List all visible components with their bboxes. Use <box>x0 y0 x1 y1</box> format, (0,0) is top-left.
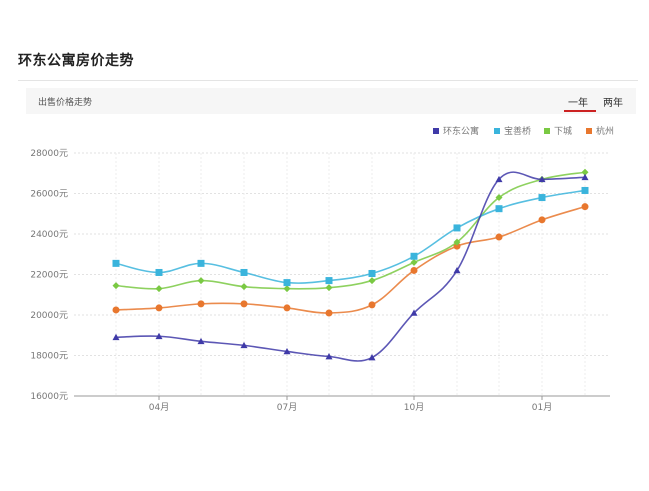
legend-swatch <box>494 128 500 134</box>
data-point-marker <box>410 252 418 260</box>
x-tick-label: 07月 <box>277 402 297 413</box>
data-point-marker <box>581 186 589 194</box>
legend-swatch <box>544 128 550 134</box>
y-tick-label: 24000元 <box>30 230 68 240</box>
series-group <box>112 186 589 287</box>
data-point-marker <box>368 301 376 309</box>
price-trend-chart-svg: 16000元 18000元 20000元 22000元 24000元 26000元 2800… <box>30 125 614 413</box>
data-point-marker <box>240 300 248 308</box>
data-point-marker <box>368 269 376 277</box>
data-point-marker <box>112 282 120 290</box>
y-tick-label: 18000元 <box>30 352 68 362</box>
series-line <box>115 205 586 314</box>
data-point-marker <box>155 268 163 276</box>
data-point-marker <box>368 277 376 285</box>
price-trend-chart: 16000元 18000元 20000元 22000元 24000元 26000元 2800… <box>0 0 649 487</box>
data-point-marker <box>283 285 291 293</box>
data-point-marker <box>325 277 333 285</box>
legend-swatch <box>433 128 439 134</box>
y-tick-label: 22000元 <box>30 271 68 281</box>
data-point-marker <box>325 309 333 317</box>
data-point-marker <box>197 300 205 308</box>
data-point-marker <box>581 203 589 211</box>
legend-label: 下城 <box>554 126 572 137</box>
data-point-marker <box>155 304 163 312</box>
x-tick-label: 01月 <box>532 402 552 413</box>
data-point-marker <box>325 284 333 292</box>
series-layer <box>112 168 589 362</box>
y-tick-label: 26000元 <box>30 190 68 200</box>
data-point-marker <box>495 233 503 241</box>
data-point-marker <box>197 277 205 285</box>
data-point-marker <box>155 285 163 293</box>
data-point-marker <box>453 266 461 274</box>
data-point-marker <box>112 259 120 267</box>
data-point-marker <box>495 205 503 213</box>
grid-lines <box>74 152 610 396</box>
legend: 环东公寓 宝善桥 下城 杭州 <box>433 125 614 137</box>
x-tick-label: 10月 <box>404 402 424 413</box>
series-group <box>112 203 589 317</box>
legend-swatch <box>586 128 592 134</box>
data-point-marker <box>410 258 418 266</box>
data-point-marker <box>368 354 376 361</box>
data-point-marker <box>538 194 546 202</box>
data-point-marker <box>240 268 248 276</box>
x-tick-label: 04月 <box>149 402 169 413</box>
legend-label: 杭州 <box>596 125 614 137</box>
y-tick-label: 28000元 <box>30 149 68 159</box>
y-tick-label: 20000元 <box>30 311 68 321</box>
series-line <box>115 189 586 284</box>
legend-label: 宝善桥 <box>504 125 531 137</box>
data-point-marker <box>453 224 461 232</box>
legend-label: 环东公寓 <box>443 125 479 137</box>
data-point-marker <box>240 283 248 291</box>
data-point-marker <box>538 216 546 224</box>
data-point-marker <box>410 266 418 274</box>
data-point-marker <box>283 279 291 287</box>
data-point-marker <box>112 306 120 314</box>
y-tick-label: 16000元 <box>30 392 68 402</box>
data-point-marker <box>283 304 291 312</box>
data-point-marker <box>197 259 205 267</box>
